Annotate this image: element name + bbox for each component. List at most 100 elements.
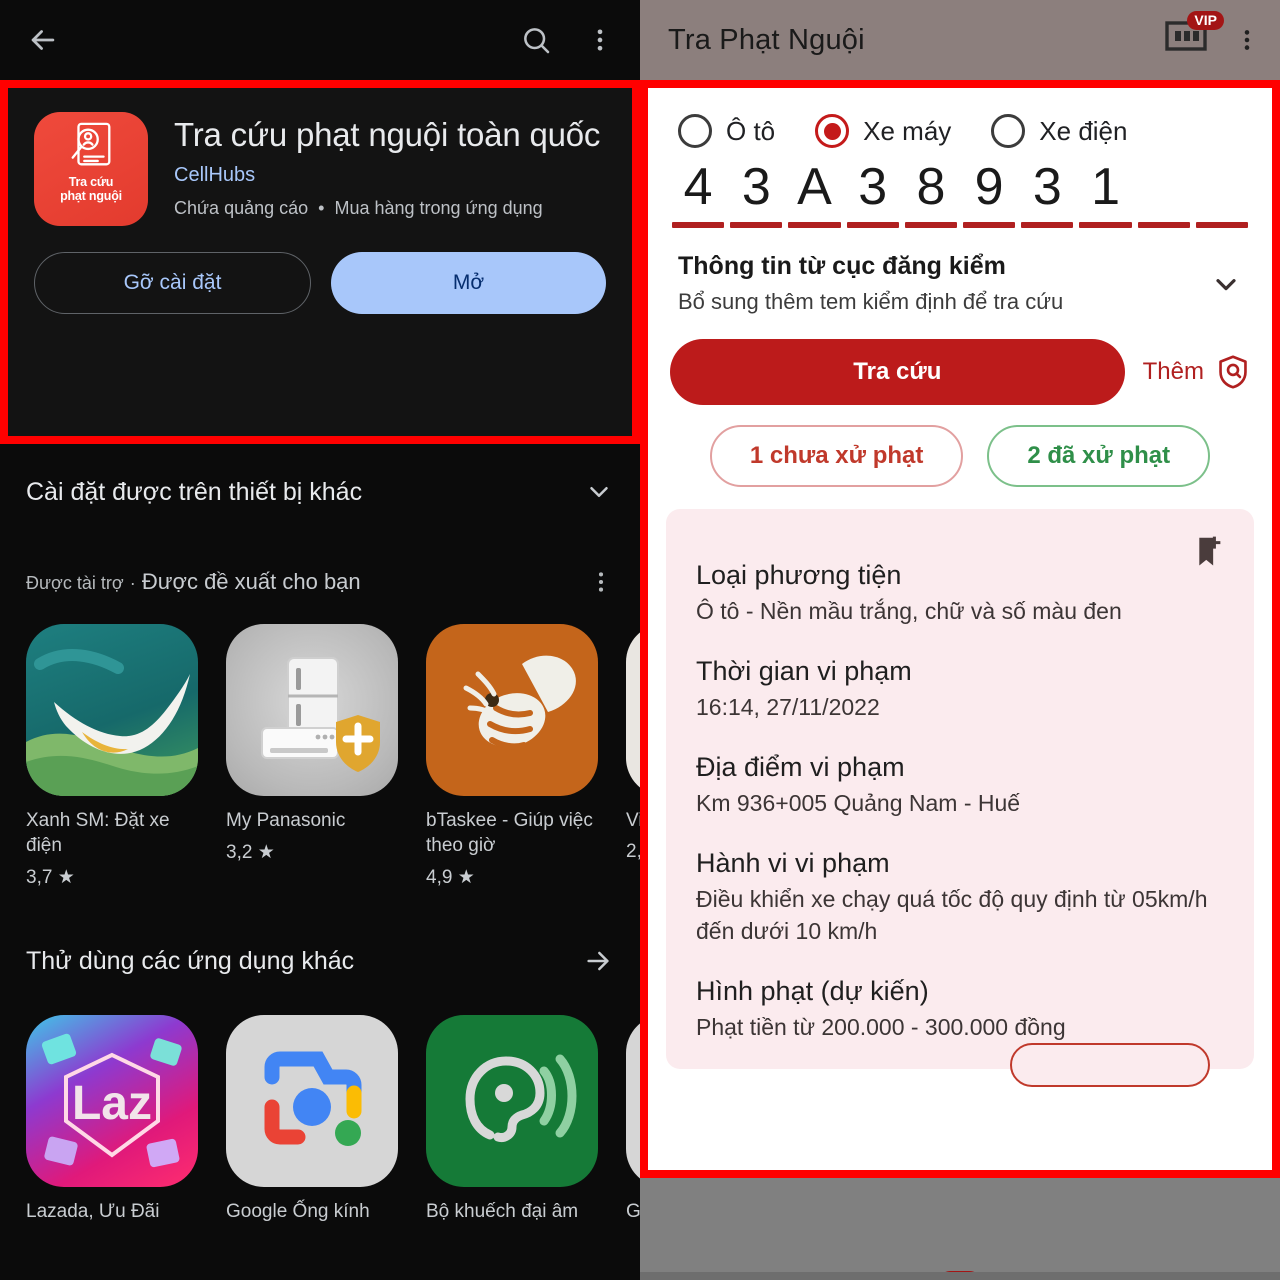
plate-char — [1138, 154, 1190, 220]
list-item[interactable]: G — [626, 1015, 640, 1224]
plate-underline — [904, 222, 958, 228]
registry-title: Thông tin từ cục đăng kiểm — [678, 252, 1006, 280]
field-value: Phạt tiền từ 200.000 - 300.000 đồng — [696, 1014, 1066, 1040]
plate-char-cell[interactable]: 3 — [1021, 154, 1074, 228]
more-vertical-icon[interactable] — [1234, 25, 1260, 55]
arrow-right-icon[interactable] — [582, 945, 614, 977]
field-group: Loại phương tiện Ô tô - Nền mầu trắng, c… — [696, 557, 1224, 627]
vehicle-type-group: Ô tô Xe máy Xe điện — [648, 88, 1272, 148]
app-thumbnail — [226, 1015, 398, 1187]
app-action-buttons: Gỡ cài đặt Mở — [8, 226, 632, 314]
plate-char-cell[interactable]: 3 — [846, 154, 899, 228]
list-item[interactable]: Google Ống kính — [226, 1015, 398, 1224]
field-group: Hành vi vi phạm Điều khiển xe chạy quá t… — [696, 845, 1224, 947]
field-label: Loại phương tiện — [696, 560, 902, 590]
violation-detail-card: Loại phương tiện Ô tô - Nền mầu trắng, c… — [666, 509, 1254, 1087]
radio-option-o-to[interactable]: Ô tô — [678, 114, 775, 148]
app-thumbnail — [426, 624, 598, 796]
open-button[interactable]: Mở — [331, 252, 606, 314]
app-developer[interactable]: CellHubs — [174, 163, 606, 187]
app-name: Bộ khuếch đại âm — [426, 1201, 579, 1222]
app-thumbnail: Laz — [26, 1015, 198, 1187]
field-group: Thời gian vi phạm 16:14, 27/11/2022 — [696, 653, 1224, 723]
vip-badge: VIP — [1187, 11, 1224, 30]
vip-button[interactable]: VIP — [1164, 11, 1224, 63]
registry-texts: Thông tin từ cục đăng kiểm Bổ sung thêm … — [678, 252, 1210, 315]
chevron-down-icon[interactable] — [584, 477, 614, 507]
license-plate-input[interactable]: 4 3 A 3 8 9 3 1 — [648, 148, 1272, 228]
field-value: Điều khiển xe chạy quá tốc độ quy định t… — [696, 886, 1208, 944]
status-chip-row: 1 chưa xử phạt 2 đã xử phạt — [648, 405, 1272, 487]
plate-char-cell-empty[interactable] — [1137, 154, 1190, 228]
sponsored-app-row: Xanh SM: Đặt xe điện 3,7 ★ My Panasonic … — [0, 624, 640, 889]
more-label: Thêm — [1142, 358, 1204, 385]
list-item[interactable]: bTaskee - Giúp việc theo giờ 4,9 ★ — [426, 624, 598, 889]
app-meta: Tra cứu phạt nguội toàn quốc CellHubs Ch… — [174, 112, 606, 226]
uninstall-button[interactable]: Gỡ cài đặt — [34, 252, 311, 314]
tra-phat-nguoi-panel: Tra Phạt Nguội VIP Ô tô Xe máy Xe điện 4… — [640, 0, 1280, 1280]
radio-icon[interactable] — [991, 114, 1026, 148]
try-other-apps-row: Laz Lazada, Ưu Đãi Google Ống kính Bộ kh… — [0, 1015, 640, 1224]
app-content: Ô tô Xe máy Xe điện 4 3 A 3 8 9 3 1 Thôn… — [648, 88, 1272, 1170]
dual-screenshot: Tra cứu phạt nguội Tra cứu phạt nguội to… — [0, 0, 1280, 1280]
field-group: Địa điểm vi phạm Km 936+005 Quảng Nam - … — [696, 749, 1224, 819]
app-icon-label-line1: Tra cứu — [68, 175, 114, 189]
radio-option-xe-may[interactable]: Xe máy — [815, 114, 951, 148]
more-vertical-icon[interactable] — [588, 569, 614, 595]
chevron-down-icon[interactable] — [1210, 268, 1242, 300]
plate-char-cell[interactable]: 3 — [730, 154, 783, 228]
plate-char-cell[interactable]: 4 — [672, 154, 725, 228]
try-other-apps-header[interactable]: Thử dùng các ứng dụng khác — [0, 907, 640, 1015]
plate-char-cell-empty[interactable] — [1195, 154, 1249, 228]
system-bottom-area: VIP — [640, 1178, 1280, 1280]
plate-char: 4 — [683, 158, 713, 216]
radio-label: Xe điện — [1039, 115, 1128, 146]
app-thumbnail — [26, 624, 198, 796]
list-item[interactable]: Vi G 2, — [626, 624, 640, 889]
plate-char-cell[interactable]: 1 — [1079, 154, 1132, 228]
search-icon[interactable] — [520, 24, 552, 56]
tag-contains-ads: Chứa quảng cáo — [174, 198, 309, 218]
plate-char: A — [797, 158, 832, 216]
search-button[interactable]: Tra cứu — [670, 339, 1125, 405]
back-arrow-icon[interactable] — [26, 23, 60, 57]
plate-underline — [1137, 222, 1190, 228]
status-badge-unpaid[interactable]: 1 chưa xử phạt — [709, 425, 964, 487]
field-label: Hành vi vi phạm — [696, 848, 890, 878]
sponsored-title: Được tài trợ · Được đề xuất cho bạn — [26, 569, 361, 595]
radio-label: Xe máy — [863, 115, 952, 146]
field-group: Hình phạt (dự kiến) Phạt tiền từ 200.000… — [696, 973, 1224, 1043]
list-item[interactable]: Xanh SM: Đặt xe điện 3,7 ★ — [26, 624, 198, 889]
app-summary: Tra cứu phạt nguội Tra cứu phạt nguội to… — [8, 88, 632, 226]
other-devices-section[interactable]: Cài đặt được trên thiết bị khác — [0, 444, 640, 540]
more-vertical-icon[interactable] — [586, 26, 614, 54]
app-rating: 3,2 ★ — [226, 842, 275, 863]
radio-icon-selected[interactable] — [815, 114, 850, 148]
app-thumbnail — [426, 1015, 598, 1187]
list-item[interactable]: Laz Lazada, Ưu Đãi — [26, 1015, 198, 1224]
list-item[interactable]: My Panasonic 3,2 ★ — [226, 624, 398, 889]
plate-char-cell[interactable]: 9 — [963, 154, 1016, 228]
status-badge-paid[interactable]: 2 đã xử phạt — [987, 425, 1211, 487]
field-value: 16:14, 27/11/2022 — [696, 694, 880, 720]
radio-option-xe-dien[interactable]: Xe điện — [991, 114, 1127, 148]
bookmark-add-icon[interactable] — [1192, 535, 1226, 571]
plate-char: 9 — [974, 158, 1004, 216]
app-icon: Tra cứu phạt nguội — [34, 112, 148, 226]
highlighted-app-card[interactable]: Tra cứu phạt nguội Tra cứu phạt nguội to… — [0, 80, 640, 444]
plate-char-cell[interactable]: A — [788, 154, 841, 228]
radio-icon[interactable] — [678, 114, 712, 148]
app-name: Xanh SM: Đặt xe điện — [26, 810, 170, 856]
list-item[interactable]: Bộ khuếch đại âm — [426, 1015, 598, 1224]
registry-info-section[interactable]: Thông tin từ cục đăng kiểm Bổ sung thêm … — [648, 228, 1272, 315]
app-thumbnail — [626, 1015, 640, 1187]
more-button[interactable]: Thêm — [1143, 354, 1250, 390]
tag-separator: • — [318, 198, 325, 218]
tag-in-app-purchases: Mua hàng trong ứng dụng — [334, 198, 543, 218]
app-rating: 4,9 ★ — [426, 867, 475, 888]
plate-underline — [846, 222, 899, 228]
plate-char: 3 — [858, 158, 888, 216]
plate-char-cell[interactable]: 8 — [904, 154, 958, 228]
card-action-button-partial[interactable] — [1010, 1043, 1210, 1087]
registry-subtitle: Bổ sung thêm tem kiểm định để tra cứu — [678, 289, 1064, 314]
